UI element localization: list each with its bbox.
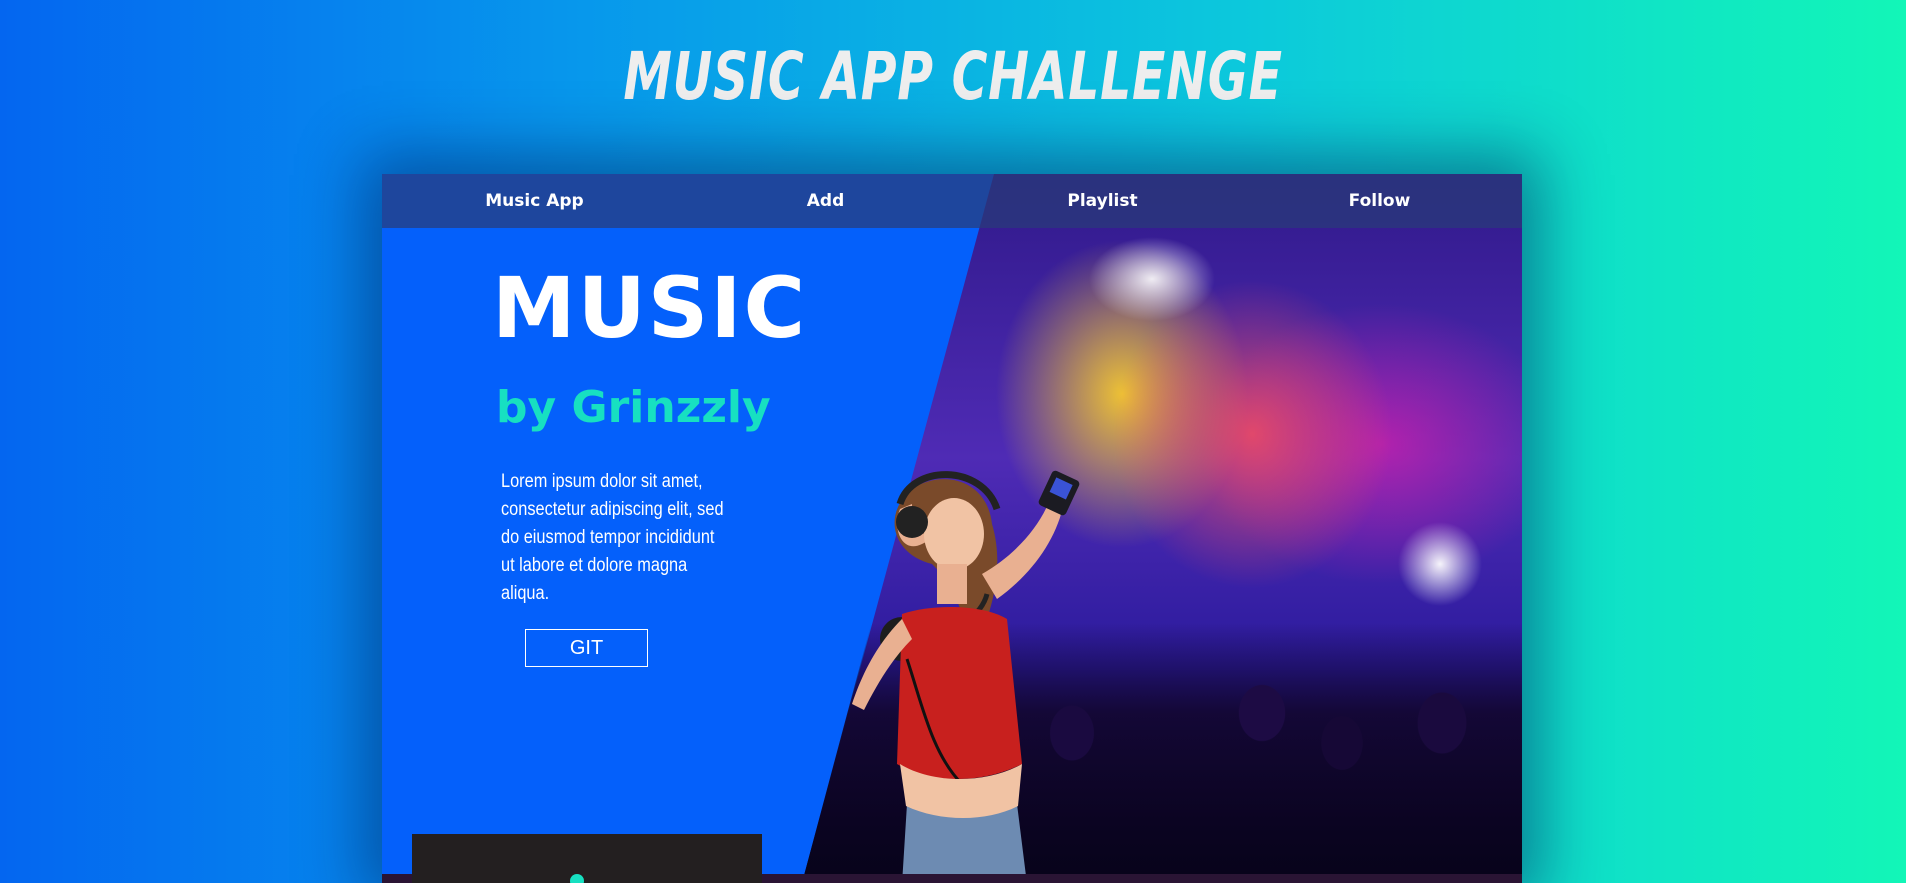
nav-item-follow[interactable]: Follow bbox=[1241, 174, 1518, 228]
page-title: MUSIC APP CHALLENGE bbox=[623, 38, 1283, 115]
top-nav: Music App Add Playlist Follow bbox=[382, 174, 1522, 228]
hero-subtitle: by Grinzzly bbox=[496, 382, 771, 433]
app-card: Music App Add Playlist Follow MUSIC by G… bbox=[382, 174, 1522, 883]
nav-item-playlist[interactable]: Playlist bbox=[964, 174, 1241, 228]
player-panel bbox=[412, 834, 762, 883]
nav-item-music-app[interactable]: Music App bbox=[382, 174, 687, 228]
git-button[interactable]: GIT bbox=[525, 629, 648, 667]
dancer-illustration bbox=[852, 470, 1080, 883]
hero-description: Lorem ipsum dolor sit amet, consectetur … bbox=[501, 471, 724, 604]
play-indicator-icon[interactable] bbox=[570, 874, 584, 883]
nav-item-add[interactable]: Add bbox=[687, 174, 964, 228]
hero-title: MUSIC bbox=[492, 259, 808, 357]
